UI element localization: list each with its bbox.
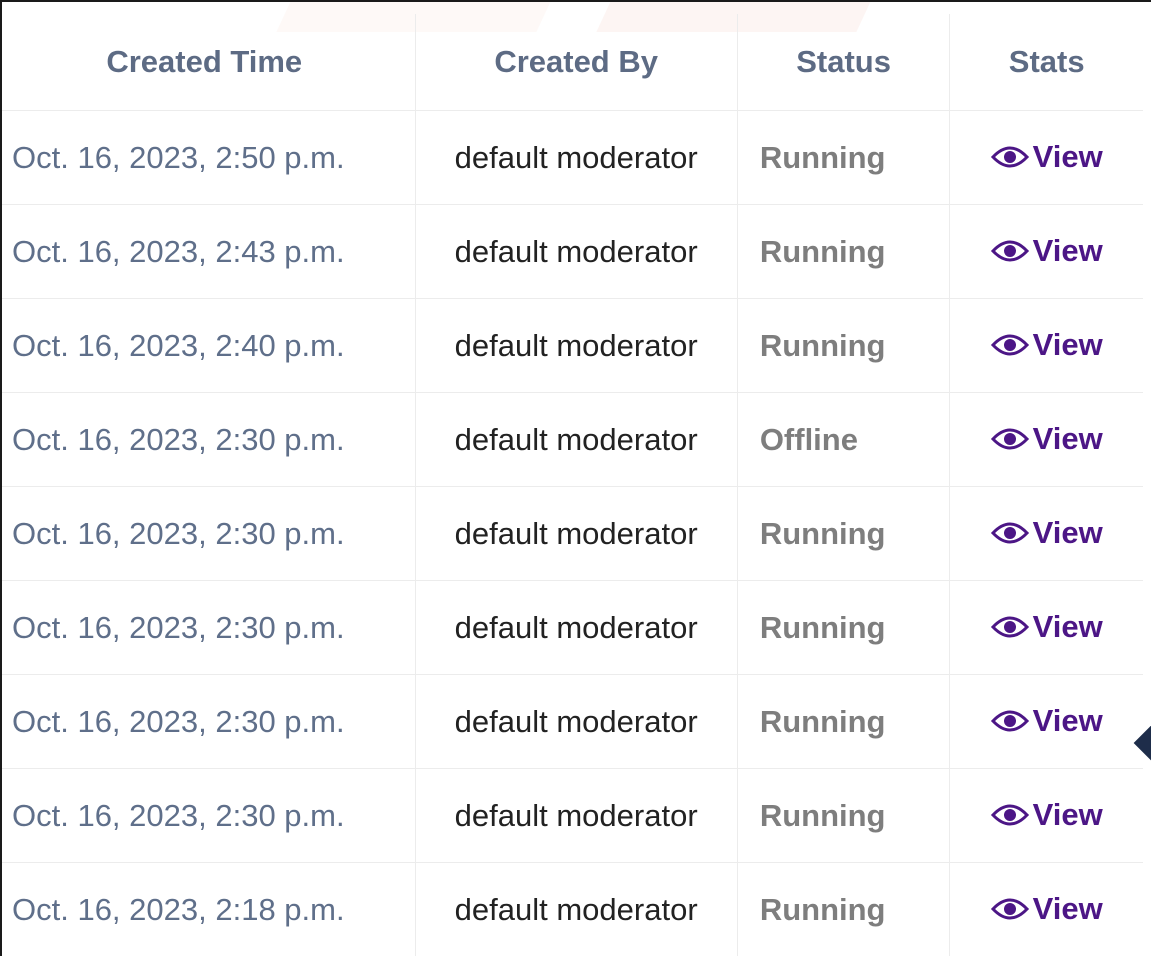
table-row: Oct. 16, 2023, 2:50 p.m. default moderat…	[2, 110, 1143, 205]
column-header-status: Status	[736, 14, 950, 111]
table-header: Created Time Created By Status Stats	[2, 14, 1143, 111]
created-time-cell: Oct. 16, 2023, 2:50 p.m.	[2, 110, 416, 205]
status-cell: Running	[736, 862, 950, 956]
view-stats-link[interactable]: View	[990, 232, 1103, 269]
view-stats-label: View	[1032, 796, 1103, 832]
eye-icon	[990, 334, 1029, 355]
stats-cell: View	[949, 862, 1143, 956]
created-by-cell: default moderator	[414, 580, 738, 675]
sessions-table-panel: Created Time Created By Status Stats Oct…	[0, 0, 1151, 956]
stats-cell: View	[949, 298, 1143, 393]
stats-cell: View	[949, 204, 1143, 299]
status-cell: Running	[736, 110, 950, 205]
created-by-cell: default moderator	[414, 768, 738, 863]
view-stats-label: View	[1032, 890, 1103, 926]
table-row: Oct. 16, 2023, 2:30 p.m. default moderat…	[2, 486, 1143, 581]
view-stats-link[interactable]: View	[990, 702, 1103, 739]
status-cell: Running	[736, 768, 950, 863]
created-by-cell: default moderator	[414, 298, 738, 393]
column-header-created-by: Created By	[414, 14, 738, 111]
status-cell: Running	[736, 204, 950, 299]
created-by-cell: default moderator	[414, 204, 738, 299]
stats-cell: View	[949, 486, 1143, 581]
column-header-created-time: Created Time	[2, 14, 416, 111]
status-cell: Running	[736, 298, 950, 393]
view-stats-link[interactable]: View	[990, 608, 1103, 645]
view-stats-link[interactable]: View	[990, 514, 1103, 551]
stats-cell: View	[949, 580, 1143, 675]
status-cell: Running	[736, 580, 950, 675]
created-by-cell: default moderator	[414, 110, 738, 205]
table-header-row: Created Time Created By Status Stats	[2, 14, 1143, 111]
created-time-cell: Oct. 16, 2023, 2:30 p.m.	[2, 392, 416, 487]
view-stats-link[interactable]: View	[990, 326, 1103, 363]
view-stats-link[interactable]: View	[990, 420, 1103, 457]
table-body: Oct. 16, 2023, 2:50 p.m. default moderat…	[2, 110, 1143, 956]
view-stats-link[interactable]: View	[990, 890, 1103, 927]
created-time-cell: Oct. 16, 2023, 2:40 p.m.	[2, 298, 416, 393]
column-header-stats: Stats	[949, 14, 1143, 111]
created-time-cell: Oct. 16, 2023, 2:18 p.m.	[2, 862, 416, 956]
view-stats-link[interactable]: View	[990, 138, 1103, 175]
stats-cell: View	[949, 392, 1143, 487]
eye-icon	[990, 804, 1029, 825]
eye-icon	[990, 146, 1029, 167]
stats-cell: View	[949, 110, 1143, 205]
created-by-cell: default moderator	[414, 392, 738, 487]
table-row: Oct. 16, 2023, 2:18 p.m. default moderat…	[2, 862, 1143, 956]
eye-icon	[990, 898, 1029, 919]
created-by-cell: default moderator	[414, 486, 738, 581]
created-time-cell: Oct. 16, 2023, 2:30 p.m.	[2, 674, 416, 769]
eye-icon	[990, 428, 1029, 449]
created-by-cell: default moderator	[414, 674, 738, 769]
view-stats-label: View	[1032, 420, 1103, 456]
table-row: Oct. 16, 2023, 2:30 p.m. default moderat…	[2, 768, 1143, 863]
table-row: Oct. 16, 2023, 2:30 p.m. default moderat…	[2, 580, 1143, 675]
view-stats-label: View	[1032, 326, 1103, 362]
created-time-cell: Oct. 16, 2023, 2:30 p.m.	[2, 486, 416, 581]
table-row: Oct. 16, 2023, 2:40 p.m. default moderat…	[2, 298, 1143, 393]
status-cell: Offline	[736, 392, 950, 487]
status-cell: Running	[736, 674, 950, 769]
view-stats-label: View	[1032, 514, 1103, 550]
stats-cell: View	[949, 768, 1143, 863]
created-by-cell: default moderator	[414, 862, 738, 956]
table-row: Oct. 16, 2023, 2:43 p.m. default moderat…	[2, 204, 1143, 299]
view-stats-label: View	[1032, 608, 1103, 644]
eye-icon	[990, 710, 1029, 731]
eye-icon	[990, 240, 1029, 261]
table-row: Oct. 16, 2023, 2:30 p.m. default moderat…	[2, 392, 1143, 487]
eye-icon	[990, 522, 1029, 543]
created-time-cell: Oct. 16, 2023, 2:43 p.m.	[2, 204, 416, 299]
stats-cell: View	[949, 674, 1143, 769]
view-stats-label: View	[1032, 138, 1103, 174]
view-stats-label: View	[1032, 702, 1103, 738]
table-row: Oct. 16, 2023, 2:30 p.m. default moderat…	[2, 674, 1143, 769]
created-time-cell: Oct. 16, 2023, 2:30 p.m.	[2, 580, 416, 675]
status-cell: Running	[736, 486, 950, 581]
created-time-cell: Oct. 16, 2023, 2:30 p.m.	[2, 768, 416, 863]
view-stats-link[interactable]: View	[990, 796, 1103, 833]
view-stats-label: View	[1032, 232, 1103, 268]
eye-icon	[990, 616, 1029, 637]
sessions-table: Created Time Created By Status Stats Oct…	[2, 14, 1143, 956]
